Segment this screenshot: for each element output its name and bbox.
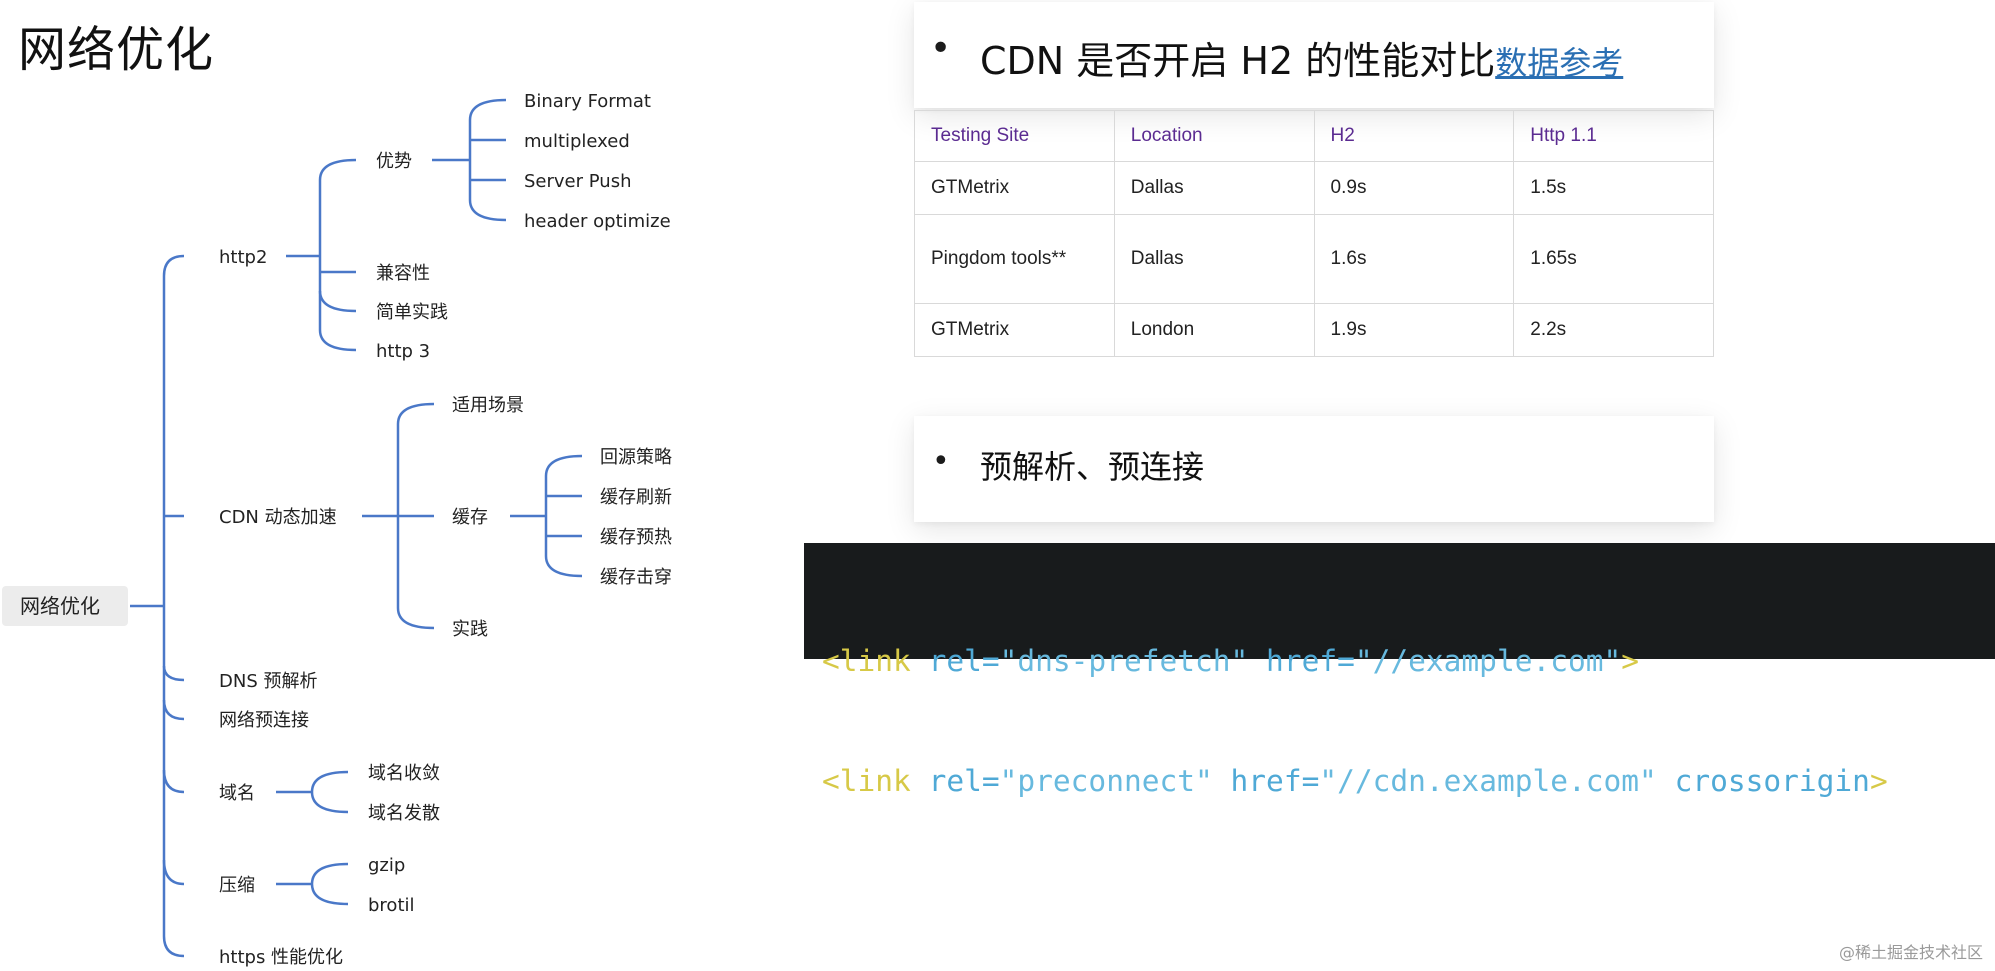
node-multiplexed: multiplexed (524, 131, 630, 152)
h2-comparison-title: CDN 是否开启 H2 的性能对比 (980, 39, 1496, 83)
node-http2-advantages: 优势 (376, 151, 412, 172)
node-domain-converge: 域名收敛 (368, 763, 440, 784)
node-cdn-practice: 实践 (452, 619, 488, 640)
node-cache-origin: 回源策略 (600, 447, 672, 468)
node-compress: 压缩 (219, 875, 255, 896)
table-row: Pingdom tools** Dallas 1.6s 1.65s (914, 214, 1714, 304)
table-cell: 1.9s (1313, 303, 1515, 357)
table-cell: 0.9s (1313, 161, 1515, 215)
table-cell: GTMetrix (914, 161, 1115, 215)
bullet: • (930, 28, 952, 69)
node-dns-prefetch: DNS 预解析 (219, 671, 317, 692)
node-cache-refresh: 缓存刷新 (600, 487, 672, 508)
table-row: GTMetrix London 1.9s 2.2s (914, 303, 1714, 357)
table-header: H2 (1313, 110, 1515, 162)
footer-watermark: @稀土掘金技术社区 (1838, 943, 1983, 962)
node-http2-compat: 兼容性 (376, 263, 430, 284)
node-server-push: Server Push (524, 171, 631, 192)
table-row: GTMetrix Dallas 0.9s 1.5s (914, 161, 1714, 215)
data-reference-link[interactable]: 数据参考 (1495, 44, 1623, 82)
table-cell: London (1113, 303, 1315, 357)
mindmap-edges (130, 98, 583, 958)
node-cdn: CDN 动态加速 (219, 507, 337, 528)
node-http3: http 3 (376, 341, 430, 362)
node-binary-format: Binary Format (524, 91, 651, 112)
node-brotil: brotil (368, 895, 415, 916)
mindmap-diagram: 网络优化 http2 优势 Binary Format multiplexed … (2, 91, 672, 968)
h2-comparison-table: Testing Site Location H2 Http 1.1 GTMetr… (914, 110, 1714, 357)
table-cell: Dallas (1113, 161, 1315, 215)
h2-comparison-heading: CDN 是否开启 H2 的性能对比数据参考 (980, 30, 1623, 85)
table-cell: 1.6s (1313, 214, 1515, 304)
code-line-1: <link rel="dns-prefetch" href="//example… (822, 644, 1640, 678)
table-cell: 2.2s (1513, 303, 1714, 357)
table-cell: Pingdom tools** (914, 214, 1115, 304)
h2-comparison-card: • CDN 是否开启 H2 的性能对比数据参考 (914, 2, 1714, 108)
node-http2-practice: 简单实践 (376, 302, 448, 323)
node-cdn-scene: 适用场景 (452, 395, 524, 416)
node-http2: http2 (219, 247, 267, 268)
table-cell: 1.65s (1513, 214, 1714, 304)
table-header: Location (1113, 110, 1315, 162)
table-header: Testing Site (914, 110, 1115, 162)
node-cdn-cache: 缓存 (452, 507, 488, 528)
node-domain: 域名 (219, 783, 255, 804)
table-header-row: Testing Site Location H2 Http 1.1 (914, 110, 1714, 162)
table-header: Http 1.1 (1513, 110, 1714, 162)
table-cell: Dallas (1113, 214, 1315, 304)
table-cell: 1.5s (1513, 161, 1714, 215)
node-cache-breakdown: 缓存击穿 (600, 567, 672, 588)
node-gzip: gzip (368, 855, 405, 876)
node-header-optimize: header optimize (524, 211, 671, 232)
preconnect-card: • 预解析、预连接 (914, 416, 1714, 522)
mindmap-root: 网络优化 (2, 586, 128, 626)
node-https: https 性能优化 (219, 947, 343, 968)
table-cell: GTMetrix (914, 303, 1115, 357)
code-block: <link rel="dns-prefetch" href="//example… (804, 543, 1995, 798)
bullet: • (932, 444, 950, 479)
svg-text:网络优化: 网络优化 (20, 594, 100, 618)
node-cache-preheat: 缓存预热 (600, 527, 672, 548)
preconnect-heading: 预解析、预连接 (980, 448, 1205, 486)
node-preconnect: 网络预连接 (219, 710, 309, 731)
node-domain-diverge: 域名发散 (368, 803, 440, 824)
code-line-2: <link rel="preconnect" href="//cdn.examp… (822, 764, 1888, 798)
